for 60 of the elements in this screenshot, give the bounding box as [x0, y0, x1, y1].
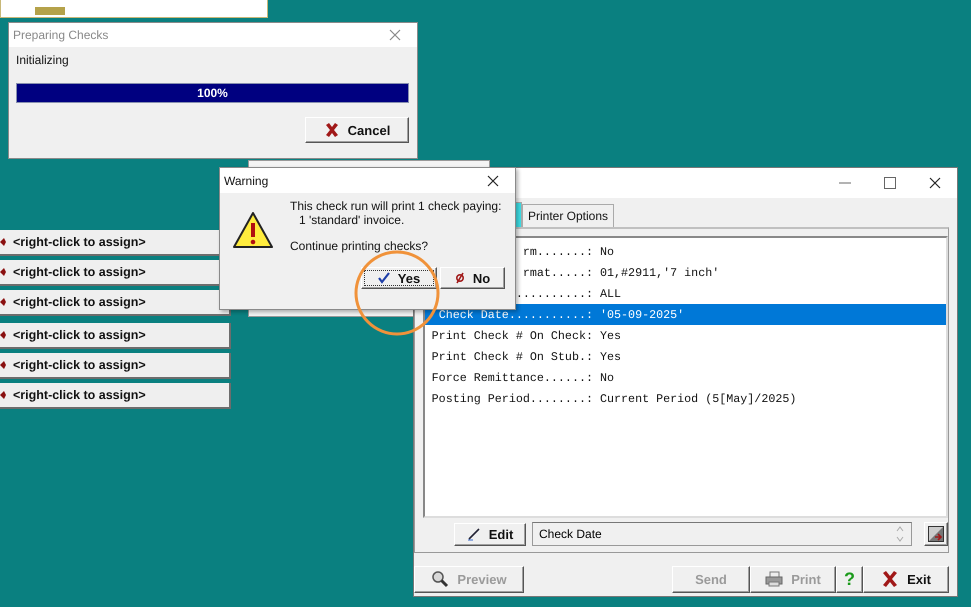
exit-button[interactable]: Exit — [863, 566, 949, 592]
diamond-icon — [0, 238, 6, 246]
window-title: Warning — [224, 174, 268, 188]
setting-label: rmat.....: — [522, 266, 593, 280]
setting-label: Print Check # On Check: — [432, 328, 593, 342]
warning-icon — [232, 211, 274, 249]
setting-label: Posting Period........: — [432, 392, 593, 406]
settings-row[interactable]: Posting Period........: Current Period (5[May]/2025) — [425, 388, 946, 409]
settings-row[interactable]: Print Check # On Stub.: Yes — [425, 346, 946, 367]
yes-button[interactable]: Yes — [361, 267, 437, 289]
setting-value: Current Period (5[May]/2025) — [600, 392, 796, 406]
progress-percentage: 100% — [196, 86, 229, 100]
magnifier-icon — [431, 570, 450, 588]
diamond-icon — [0, 361, 6, 369]
diamond-icon — [0, 298, 6, 306]
window-title: Preparing Checks — [13, 28, 108, 42]
setting-value: No — [600, 244, 614, 258]
setting-label: Check Date...........: — [438, 308, 593, 322]
setting-value: Yes — [600, 328, 622, 342]
setting-label: Force Remittance......: — [432, 370, 593, 384]
setting-label: ..........: — [516, 286, 593, 300]
cancel-button[interactable]: Cancel — [305, 117, 409, 143]
check-icon — [378, 272, 390, 284]
settings-row[interactable]: Print Check # On Check: Yes — [425, 325, 946, 346]
close-icon — [324, 122, 340, 138]
maximize-icon — [884, 177, 896, 189]
settings-row[interactable]: Check Date...........: '05-09-2025' — [425, 304, 946, 325]
assign-button[interactable]: <right-click to assign> — [0, 383, 231, 409]
close-icon — [388, 29, 400, 41]
setting-label: Print Check # On Stub.: — [432, 350, 593, 364]
no-icon — [454, 272, 465, 284]
logo-icon — [35, 7, 65, 15]
pen-icon — [466, 527, 481, 541]
diamond-icon — [0, 331, 6, 339]
status-text: Initializing — [16, 53, 70, 69]
tab[interactable]: Printer Options — [522, 204, 614, 227]
spinner-icon — [895, 525, 905, 543]
assign-button[interactable]: <right-click to assign> — [0, 290, 231, 316]
text-field[interactable]: Check Date — [532, 522, 912, 546]
assign-button[interactable]: <right-click to assign> — [0, 323, 231, 349]
setting-label: rm.......: — [522, 244, 593, 258]
assign-button[interactable]: <right-click to assign> — [0, 353, 231, 379]
close-icon — [928, 177, 940, 189]
setting-value: 01,#2911,'7 inch' — [600, 266, 720, 280]
printer-icon — [765, 571, 784, 587]
export-icon — [928, 526, 944, 542]
export-button[interactable] — [924, 522, 948, 546]
diamond-icon — [0, 391, 6, 399]
setting-value: ALL — [600, 286, 622, 300]
message-text: This check run will print 1 check paying: 1 'standard' invoice. — [290, 199, 502, 227]
setting-value: No — [600, 370, 614, 384]
no-button[interactable]: No — [440, 267, 505, 289]
setting-value: '05-09-2025' — [600, 308, 684, 322]
edit-button[interactable]: Edit — [454, 522, 526, 546]
close-icon — [881, 570, 900, 588]
settings-row[interactable]: Force Remittance......: No — [425, 367, 946, 388]
diamond-icon — [0, 268, 6, 276]
close-icon — [486, 174, 498, 186]
setting-value: Yes — [600, 350, 622, 364]
question-text: Continue printing checks? — [290, 239, 430, 253]
